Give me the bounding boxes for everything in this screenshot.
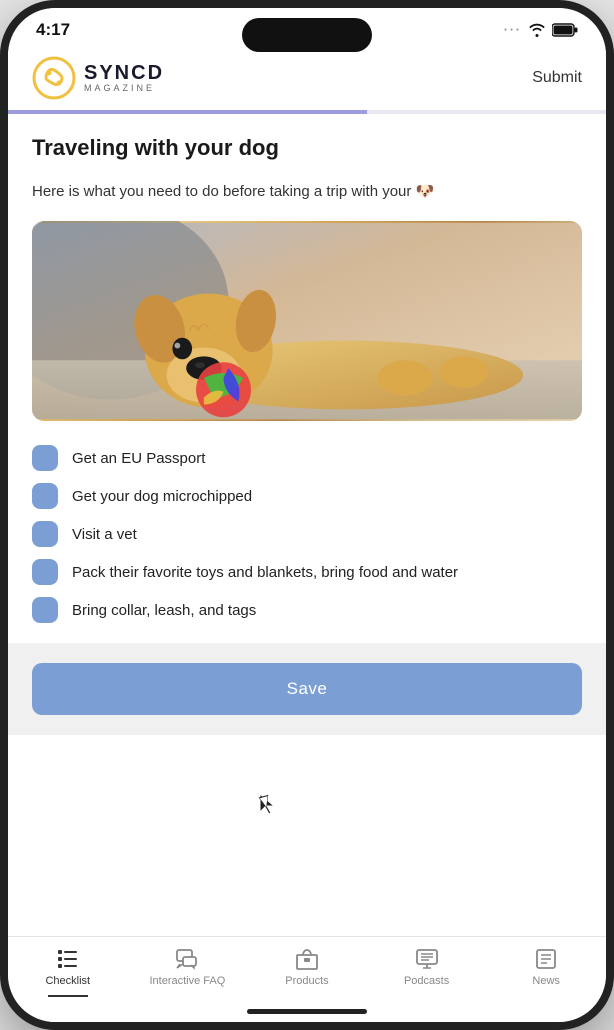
save-button[interactable]: Save [32, 663, 582, 715]
checkbox-4[interactable] [32, 559, 58, 585]
list-item[interactable]: Visit a vet [32, 521, 582, 547]
tab-checklist[interactable]: Checklist [8, 947, 128, 997]
tab-faq[interactable]: Interactive FAQ [128, 947, 248, 987]
home-indicator-bar [247, 1009, 367, 1014]
tab-faq-label: Interactive FAQ [149, 975, 225, 987]
checklist-text-3: Visit a vet [72, 526, 137, 543]
home-indicator [8, 1003, 606, 1022]
tab-products[interactable]: Products [247, 947, 367, 987]
checklist-text-2: Get your dog microchipped [72, 488, 252, 505]
main-content: Traveling with your dog Here is what you… [8, 114, 606, 936]
submit-button[interactable]: Submit [532, 69, 582, 87]
checklist-text-5: Bring collar, leash, and tags [72, 602, 256, 619]
tab-checklist-label: Checklist [45, 975, 90, 987]
article-intro: Here is what you need to do before takin… [32, 181, 582, 204]
checklist-icon [56, 947, 80, 971]
checklist-text-4: Pack their favorite toys and blankets, b… [72, 564, 458, 581]
list-item[interactable]: Bring collar, leash, and tags [32, 597, 582, 623]
tab-bar: Checklist Interactive FAQ Produc [8, 936, 606, 1003]
list-item[interactable]: Get your dog microchipped [32, 483, 582, 509]
status-time: 4:17 [36, 20, 70, 40]
wifi-icon [528, 23, 546, 37]
tab-active-indicator [48, 995, 88, 997]
article-title: Traveling with your dog [32, 134, 582, 163]
logo-area: SYNCD MAGAZINE [32, 56, 164, 100]
dog-illustration [32, 221, 582, 421]
logo-text-area: SYNCD MAGAZINE [84, 62, 164, 94]
tab-news-label: News [532, 975, 560, 987]
dog-image [32, 221, 582, 421]
tab-products-label: Products [285, 975, 328, 987]
phone-screen: 4:17 ●●● [8, 8, 606, 1022]
logo-title: SYNCD [84, 62, 164, 84]
podcasts-icon [415, 947, 439, 971]
products-icon [295, 947, 319, 971]
battery-icon [552, 23, 578, 37]
checkbox-5[interactable] [32, 597, 58, 623]
app-header: SYNCD MAGAZINE Submit [8, 46, 606, 110]
list-item[interactable]: Get an EU Passport [32, 445, 582, 471]
tab-podcasts-label: Podcasts [404, 975, 449, 987]
status-icons: ●●● [504, 23, 578, 37]
phone-frame: 4:17 ●●● [0, 0, 614, 1030]
save-section: Save [8, 643, 606, 735]
syncd-logo-icon [32, 56, 76, 100]
checkbox-1[interactable] [32, 445, 58, 471]
tab-podcasts[interactable]: Podcasts [367, 947, 487, 987]
dots-icon: ●●● [504, 27, 522, 33]
checkbox-2[interactable] [32, 483, 58, 509]
dynamic-island [242, 18, 372, 52]
tab-news[interactable]: News [486, 947, 606, 987]
checklist-text-1: Get an EU Passport [72, 450, 205, 467]
faq-icon [175, 947, 199, 971]
logo-subtitle: MAGAZINE [84, 84, 164, 94]
news-icon [534, 947, 558, 971]
list-item[interactable]: Pack their favorite toys and blankets, b… [32, 559, 582, 585]
checkbox-3[interactable] [32, 521, 58, 547]
checklist-section: Get an EU Passport Get your dog microchi… [32, 445, 582, 623]
